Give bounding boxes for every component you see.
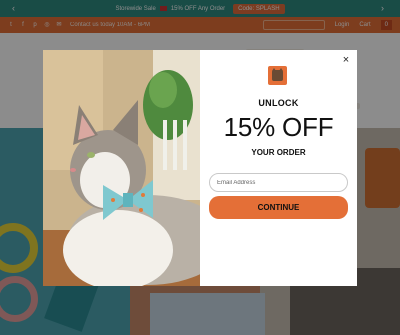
offer-subheading: YOUR ORDER [251,148,306,157]
unlock-heading: UNLOCK [258,98,299,108]
popup-content: × UNLOCK 15% OFF YOUR ORDER CONTINUE [200,50,357,286]
email-field[interactable] [209,173,348,192]
discount-popup: × UNLOCK 15% OFF YOUR ORDER CONTINUE [43,50,357,286]
cat-with-bowtie-photo [43,50,200,286]
discount-headline: 15% OFF [223,112,334,142]
continue-button[interactable]: CONTINUE [209,196,348,219]
close-icon[interactable]: × [341,55,351,66]
store-badge-icon [268,66,287,85]
